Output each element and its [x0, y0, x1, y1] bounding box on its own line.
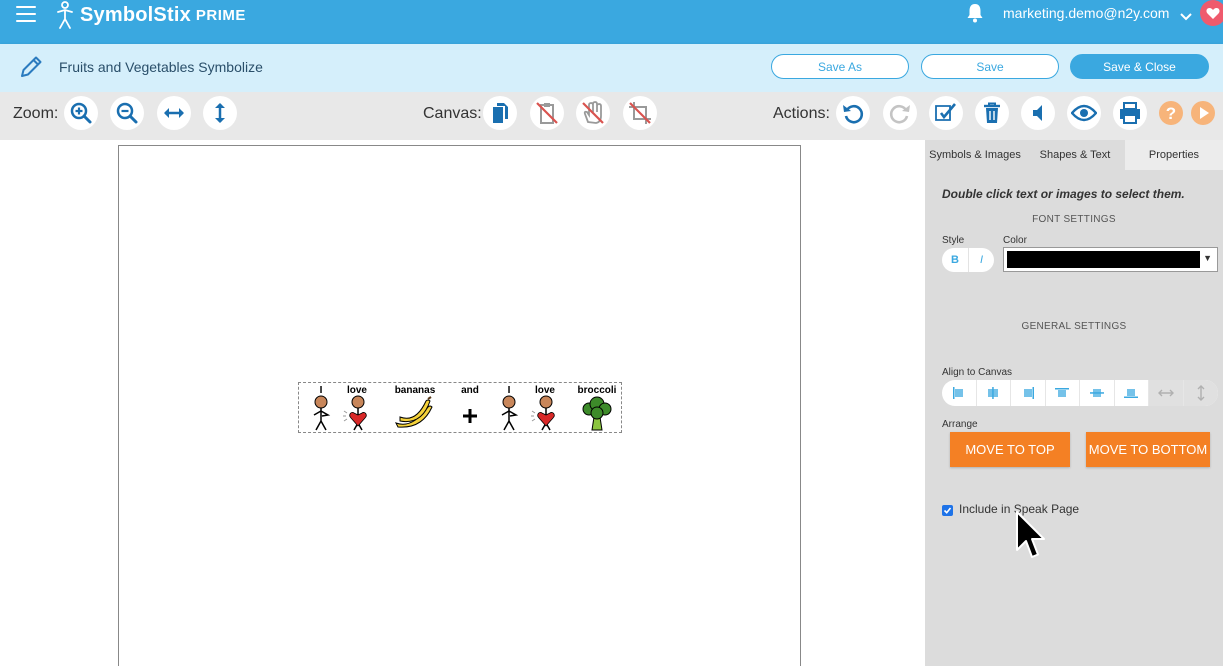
editor-toolbar: Zoom: Canvas: Actions: ? — [0, 92, 1223, 140]
align-to-canvas-label: Align to Canvas — [942, 367, 1013, 378]
checkmark-icon — [943, 506, 952, 514]
general-settings-heading: GENERAL SETTINGS — [1021, 321, 1127, 332]
play-icon[interactable] — [1188, 96, 1218, 130]
italic-button[interactable]: I — [968, 248, 994, 272]
svg-text:?: ? — [1166, 104, 1176, 123]
broccoli-icon — [573, 395, 621, 431]
bell-icon[interactable] — [966, 3, 984, 28]
trash-icon[interactable] — [975, 96, 1009, 130]
document-title[interactable]: Fruits and Vegetables Symbolize — [59, 59, 263, 75]
zoom-out-icon[interactable] — [110, 96, 144, 130]
undo-icon[interactable] — [836, 96, 870, 130]
symbol-sentence-group[interactable]: I love bananas and I love broccoli — [298, 382, 622, 433]
person-hugging-heart-icon — [527, 395, 563, 431]
properties-panel: Symbols & Images Shapes & Text Propertie… — [925, 140, 1223, 666]
preview-icon[interactable] — [1067, 96, 1101, 130]
zoom-label: Zoom: — [13, 105, 59, 122]
top-nav-bar: SymbolStix PRIME marketing.demo@n2y.com — [0, 0, 1223, 44]
symbol-cell[interactable]: bananas — [383, 383, 447, 432]
canvas-label: Canvas: — [423, 105, 482, 122]
symbol-cell[interactable]: love — [339, 383, 375, 432]
symbol-cell[interactable]: I — [489, 383, 529, 432]
move-to-bottom-button[interactable]: MOVE TO BOTTOM — [1086, 432, 1210, 467]
distribute-vertical-icon — [1183, 380, 1218, 406]
app-logo[interactable]: SymbolStix PRIME — [56, 0, 246, 30]
symbol-cell[interactable]: and — [455, 383, 485, 432]
color-label: Color — [1003, 235, 1027, 246]
redo-icon — [883, 96, 917, 130]
canvas-page[interactable]: I love bananas and I love broccoli — [118, 145, 801, 666]
fit-width-icon[interactable] — [157, 96, 191, 130]
save-button[interactable]: Save — [921, 54, 1059, 79]
canvas-work-area: I love bananas and I love broccoli — [0, 140, 925, 666]
chevron-down-icon[interactable] — [1180, 8, 1192, 26]
print-icon[interactable] — [1113, 96, 1147, 130]
align-bottom-icon[interactable] — [1115, 380, 1149, 406]
include-in-speak-page-checkbox[interactable] — [942, 504, 953, 516]
font-color-select[interactable]: ▼ — [1003, 247, 1218, 272]
heart-icon — [1206, 7, 1220, 19]
dropdown-caret-icon: ▼ — [1203, 253, 1212, 263]
plus-icon — [455, 395, 485, 431]
person-pointing-self-icon — [299, 395, 343, 431]
copy-icon[interactable] — [483, 96, 517, 130]
distribute-horizontal-icon — [1149, 380, 1184, 406]
pencil-edit-icon[interactable] — [18, 54, 44, 85]
save-as-button[interactable]: Save As — [771, 54, 909, 79]
align-to-canvas-buttons — [942, 380, 1218, 406]
fit-height-icon[interactable] — [203, 96, 237, 130]
align-right-icon[interactable] — [1011, 380, 1046, 406]
user-email[interactable]: marketing.demo@n2y.com — [1003, 5, 1169, 21]
font-settings-heading: FONT SETTINGS — [1032, 214, 1116, 225]
favorites-heart-button[interactable] — [1200, 0, 1223, 26]
include-in-speak-page-row: Include in Speak Page — [942, 502, 1079, 516]
font-style-toggle-group: B I — [942, 248, 994, 272]
person-pointing-self-icon — [489, 395, 529, 431]
save-and-close-button[interactable]: Save & Close — [1070, 54, 1209, 79]
symbol-cell[interactable]: love — [527, 383, 563, 432]
color-swatch — [1007, 251, 1200, 268]
align-top-icon[interactable] — [1046, 380, 1080, 406]
zoom-in-icon[interactable] — [64, 96, 98, 130]
mouse-pointer-icon — [1015, 510, 1047, 569]
align-middle-vertical-icon[interactable] — [1080, 380, 1115, 406]
crop-icon — [623, 96, 657, 130]
actions-label: Actions: — [773, 105, 830, 122]
move-to-top-button[interactable]: MOVE TO TOP — [950, 432, 1070, 467]
tab-symbols-and-images[interactable]: Symbols & Images — [925, 140, 1025, 170]
app-edition: PRIME — [195, 6, 246, 24]
document-title-bar: Fruits and Vegetables Symbolize Save As … — [0, 44, 1223, 92]
symbol-cell[interactable]: I — [299, 383, 343, 432]
speak-icon[interactable] — [1021, 96, 1055, 130]
selection-hint: Double click text or images to select th… — [942, 187, 1185, 201]
person-hugging-heart-icon — [339, 395, 375, 431]
arrange-label: Arrange — [942, 419, 978, 430]
panel-tabs: Symbols & Images Shapes & Text Propertie… — [925, 140, 1223, 170]
app-name: SymbolStix — [80, 3, 191, 26]
paste-icon — [530, 96, 564, 130]
pan-icon — [576, 96, 610, 130]
help-icon[interactable]: ? — [1154, 96, 1188, 130]
bold-button[interactable]: B — [942, 248, 968, 272]
style-label: Style — [942, 235, 965, 246]
symbol-cell[interactable]: broccoli — [573, 383, 621, 432]
align-center-horizontal-icon[interactable] — [977, 380, 1011, 406]
hamburger-menu-icon[interactable] — [16, 6, 36, 22]
tab-properties[interactable]: Properties — [1125, 140, 1223, 170]
bananas-icon — [383, 395, 447, 431]
symbolize-icon[interactable] — [929, 96, 963, 130]
align-left-icon[interactable] — [942, 380, 977, 406]
tab-shapes-and-text[interactable]: Shapes & Text — [1025, 140, 1125, 170]
logo-figure-icon — [57, 1, 73, 29]
